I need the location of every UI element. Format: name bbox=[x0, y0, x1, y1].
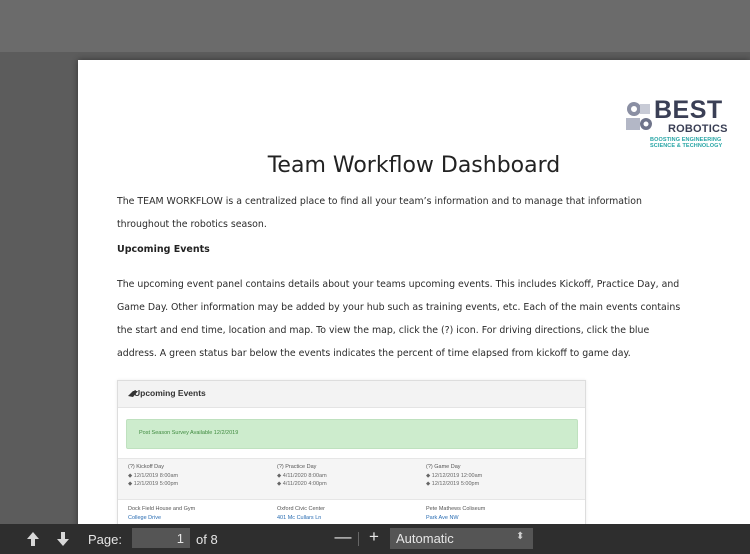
location-address: 401 Mc Cullars Ln bbox=[277, 514, 322, 521]
pdf-toolbar: Page: of 8 — + Automatic ⬍ bbox=[0, 524, 750, 554]
location-name: Dock Field House and Gym bbox=[128, 506, 196, 512]
logo-robotics-text: ROBOTICS bbox=[668, 123, 728, 135]
event-start: ◆ 4/11/2020 8:00am bbox=[277, 472, 327, 479]
upcoming-events-panel-screenshot: Upcoming Events Post Season Survey Avail… bbox=[117, 380, 586, 524]
details-line: Game Day. Other information may be added… bbox=[117, 302, 681, 313]
zoom-in-button[interactable]: + bbox=[365, 527, 383, 547]
event-start: ◆ 12/1/2019 8:00am bbox=[128, 472, 179, 479]
zoom-out-button[interactable]: — bbox=[334, 527, 352, 547]
event-gameday: (?) Game Day ◆ 12/12/2019 12:00am ◆ 12/1… bbox=[426, 463, 482, 489]
intro-line: The TEAM WORKFLOW is a centralized place… bbox=[117, 196, 642, 207]
details-line: the start and end time, location and map… bbox=[117, 325, 650, 336]
logo-tagline-2: SCIENCE & TECHNOLOGY bbox=[650, 143, 723, 149]
next-page-icon[interactable] bbox=[54, 530, 72, 548]
event-start: ◆ 12/12/2019 12:00am bbox=[426, 472, 483, 479]
toolbar-divider bbox=[358, 532, 359, 546]
location-gameday: Pete Mathews Coliseum Park Ave NW bbox=[426, 505, 485, 522]
location-kickoff: Dock Field House and Gym College Drive bbox=[128, 505, 195, 522]
page-count: of 8 bbox=[196, 532, 218, 547]
location-name: Pete Mathews Coliseum bbox=[426, 506, 486, 512]
event-end: ◆ 12/1/2019 5:00pm bbox=[128, 481, 179, 487]
zoom-value: Automatic bbox=[396, 531, 454, 546]
page-label: Page: bbox=[88, 532, 122, 547]
best-robotics-logo: BEST ROBOTICS BOOSTING ENGINEERING SCIEN… bbox=[624, 96, 728, 152]
event-kickoff: (?) Kickoff Day ◆ 12/1/2019 8:00am ◆ 12/… bbox=[128, 463, 178, 489]
location-address: Park Ave NW bbox=[426, 514, 459, 521]
event-name: (?) Practice Day bbox=[277, 464, 317, 470]
location-name: Oxford Civic Center bbox=[277, 506, 325, 512]
alert-text: Post Season Survey Available 12/2/2019 bbox=[139, 430, 239, 436]
details-line: address. A green status bar below the ev… bbox=[117, 348, 631, 359]
pdf-page: BEST ROBOTICS BOOSTING ENGINEERING SCIEN… bbox=[78, 60, 750, 524]
panel-header: Upcoming Events bbox=[118, 381, 585, 408]
event-name: (?) Kickoff Day bbox=[128, 464, 164, 470]
details-line: The upcoming event panel contains detail… bbox=[117, 279, 680, 290]
zoom-select[interactable]: Automatic ⬍ bbox=[390, 528, 533, 549]
event-name: (?) Game Day bbox=[426, 464, 461, 470]
intro-paragraph: The TEAM WORKFLOW is a centralized place… bbox=[117, 190, 727, 236]
event-end: ◆ 12/12/2019 5:00pm bbox=[426, 481, 480, 487]
intro-line: throughout the robotics season. bbox=[117, 219, 267, 230]
section-heading: Upcoming Events bbox=[117, 244, 210, 255]
logo-best-text: BEST bbox=[654, 96, 723, 124]
document-title: Team Workflow Dashboard bbox=[267, 153, 561, 178]
top-toolbar-area bbox=[0, 0, 750, 52]
previous-page-icon[interactable] bbox=[24, 530, 42, 548]
details-paragraph: The upcoming event panel contains detail… bbox=[117, 273, 727, 365]
select-caret-icon: ⬍ bbox=[516, 531, 525, 542]
survey-alert: Post Season Survey Available 12/2/2019 bbox=[126, 419, 578, 449]
events-row: (?) Kickoff Day ◆ 12/1/2019 8:00am ◆ 12/… bbox=[118, 458, 585, 500]
page-number-input[interactable] bbox=[132, 528, 190, 548]
event-practice: (?) Practice Day ◆ 4/11/2020 8:00am ◆ 4/… bbox=[277, 463, 327, 489]
panel-title: Upcoming Events bbox=[134, 388, 206, 398]
gears-logo-icon bbox=[626, 102, 652, 130]
location-address: College Drive bbox=[128, 514, 162, 521]
location-practice: Oxford Civic Center 401 Mc Cullars Ln bbox=[277, 505, 325, 522]
event-end: ◆ 4/11/2020 4:00pm bbox=[277, 481, 327, 487]
pdf-viewer-area[interactable]: BEST ROBOTICS BOOSTING ENGINEERING SCIEN… bbox=[0, 52, 750, 524]
